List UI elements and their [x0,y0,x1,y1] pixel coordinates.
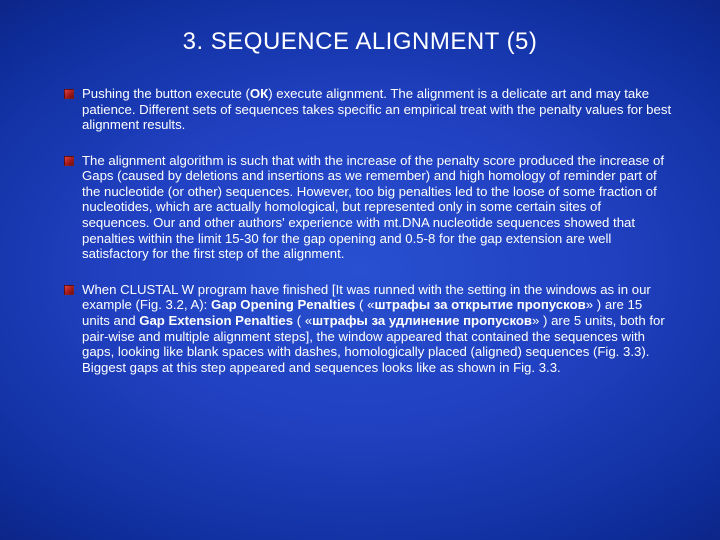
bullet-item: Pushing the button execute (ОК) execute … [82,86,672,133]
bullet-item: The alignment algorithm is such that wit… [82,153,672,262]
text-bold: Gap Opening Penalties [211,297,355,312]
text-bold: ОК [250,86,268,101]
text-run: The alignment algorithm is such that wit… [82,153,664,261]
text-bold: Gap Extension Penalties [139,313,293,328]
text-bold: штрафы за открытие пропусков [374,297,585,312]
slide-title: 3. SEQUENCE ALIGNMENT (5) [48,28,672,56]
text-run: ( « [293,313,312,328]
slide-body: Pushing the button execute (ОК) execute … [48,86,672,375]
text-bold: штрафы за удлинение пропусков [312,313,532,328]
bullet-item: When CLUSTAL W program have finished [It… [82,282,672,375]
text-run: Pushing the button execute ( [82,86,250,101]
text-run: ( « [355,297,374,312]
